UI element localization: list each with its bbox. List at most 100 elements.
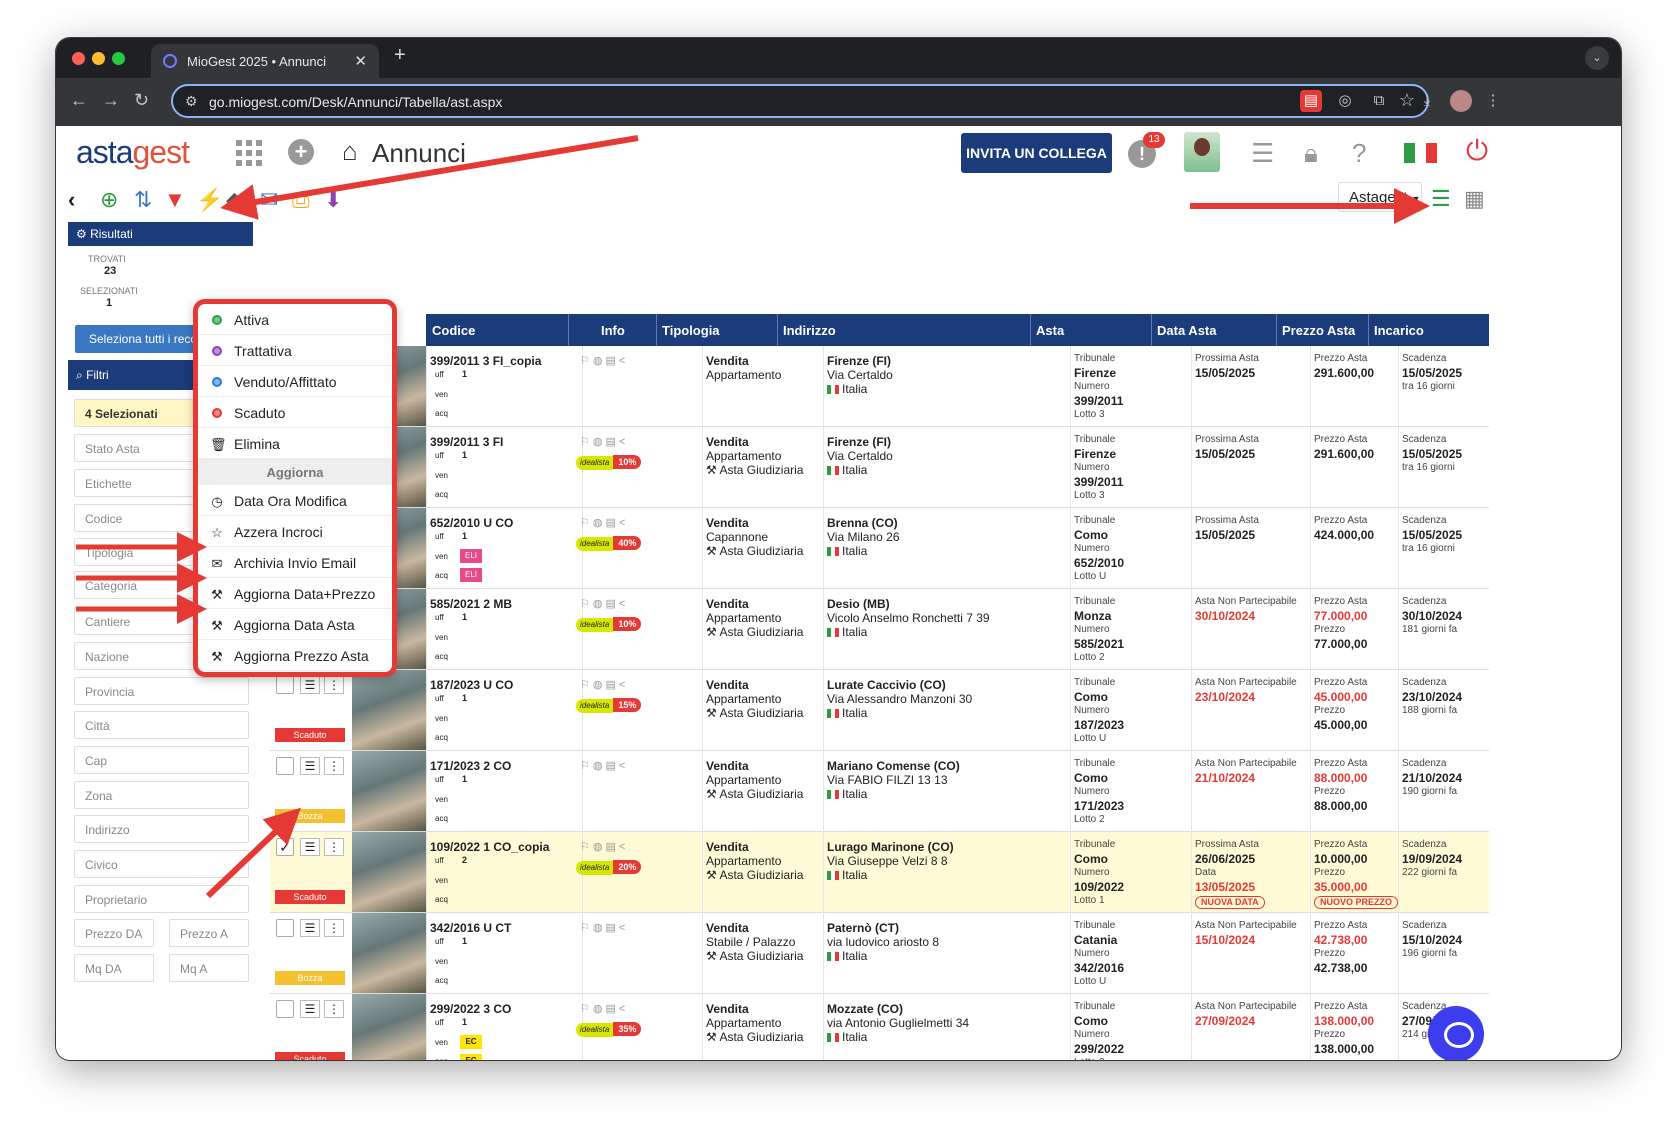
close-window-button[interactable] [72, 52, 85, 65]
reload-icon[interactable]: ↻ [134, 90, 149, 111]
close-tab-icon[interactable]: ✕ [354, 52, 367, 70]
row-menu-icon[interactable]: ☰ [300, 757, 320, 775]
extension-pdf-icon[interactable]: ▤ [1300, 90, 1322, 112]
table-row[interactable]: ☰⋮585/2021 2 MBuff1venacq⚐◍▤<idealista10… [270, 589, 1489, 670]
col-asta[interactable]: Asta [1036, 323, 1064, 338]
bookmark-star-icon[interactable]: ☆ [1399, 90, 1415, 111]
tag-icon[interactable]: ◆ [226, 188, 243, 212]
row-menu-icon[interactable]: ☰ [300, 919, 320, 937]
col-tipologia[interactable]: Tipologia [662, 323, 720, 338]
list-view-icon[interactable]: ☰ [1431, 186, 1451, 212]
table-row[interactable]: ☰⋮399/2011 3 FIuff1venacq⚐◍▤<idealista10… [270, 427, 1489, 508]
row-checkbox[interactable] [276, 757, 294, 775]
italy-flag-icon[interactable] [1404, 143, 1437, 163]
grid-view-icon[interactable]: ▦ [1464, 186, 1485, 212]
filter-prezzo-a[interactable]: Prezzo A [169, 919, 249, 947]
country: Italia [827, 949, 939, 963]
menu-data-ora[interactable]: ◷ Data Ora Modifica [198, 485, 392, 516]
minimize-window-button[interactable] [92, 52, 105, 65]
row-more-icon[interactable]: ⋮ [324, 838, 344, 856]
table-row[interactable]: ☰ ⋮ Bozza 171/2023 2 CO uff 1 ven acq ⚐◍▤< Vendit… [270, 751, 1489, 832]
astagest-selector[interactable]: Astagest ▼ [1338, 182, 1422, 212]
menu-scaduto[interactable]: Scaduto [198, 397, 392, 428]
invite-colleague-button[interactable]: INVITA UN COLLEGA [961, 133, 1112, 173]
table-row[interactable]: ☰ ⋮ Scaduto 187/2023 U CO uff 1 ven acq ⚐◍▤< idea… [270, 670, 1489, 751]
table-row[interactable]: ☰⋮652/2010 U COuff1venacqELIELI⚐◍▤<ideal… [270, 508, 1489, 589]
row-checkbox[interactable]: ✓ [276, 838, 294, 856]
row-more-icon[interactable]: ⋮ [324, 676, 344, 694]
add-green-icon[interactable]: ⊕ [100, 188, 118, 212]
col-indirizzo[interactable]: Indirizzo [783, 323, 836, 338]
menu-archivia[interactable]: ✉ Archivia Invio Email [198, 547, 392, 578]
table-row[interactable]: ☰⋮399/2011 3 FI_copiauff1venacq⚐◍▤<Vendi… [270, 346, 1489, 427]
profile-avatar-icon[interactable] [1450, 90, 1472, 112]
email-icon[interactable]: ✉ [260, 188, 278, 212]
row-more-icon[interactable]: ⋮ [324, 919, 344, 937]
menu-agg-data-prezzo[interactable]: ⚒ Aggiorna Data+Prezzo [198, 578, 392, 609]
filter-citta[interactable]: Città [74, 711, 249, 739]
chat-bubble-icon[interactable] [1428, 1006, 1484, 1060]
menu-trattativa[interactable]: Trattativa [198, 335, 392, 366]
zoom-window-button[interactable] [112, 52, 125, 65]
site-info-icon[interactable]: ⚙ [185, 93, 198, 110]
filter-prezzo-da[interactable]: Prezzo DA [74, 919, 154, 947]
col-codice[interactable]: Codice [432, 323, 475, 338]
filter-indirizzo[interactable]: Indirizzo [74, 815, 249, 843]
filter-zona[interactable]: Zona [74, 781, 249, 809]
back-arrow-icon[interactable]: ← [70, 90, 88, 111]
lock-icon[interactable]: 🔒︎ [1304, 138, 1318, 170]
url-field[interactable]: ⚙ go.miogest.com/Desk/Annunci/Tabella/ast… [171, 84, 1429, 118]
row-checkbox[interactable] [276, 1000, 294, 1018]
extensions-puzzle-icon[interactable]: ⧉ [1368, 90, 1390, 112]
row-menu-icon[interactable]: ☰ [300, 676, 320, 694]
astagest-logo[interactable]: astagest [76, 134, 190, 171]
new-tab-icon[interactable]: + [394, 44, 406, 67]
col-prezzo-asta[interactable]: Prezzo Asta [1282, 323, 1355, 338]
browser-tab[interactable]: MioGest 2025 • Annunci ✕ [151, 44, 379, 78]
back-chevron-icon[interactable]: ‹ [68, 188, 75, 212]
row-more-icon[interactable]: ⋮ [324, 757, 344, 775]
download-circle-icon[interactable]: ⬇ [324, 188, 342, 212]
home-icon[interactable]: ⌂ [342, 136, 358, 167]
filter-proprietario[interactable]: Proprietario [74, 885, 249, 913]
row-menu-icon[interactable]: ☰ [300, 838, 320, 856]
tab-search-chevron-icon[interactable]: ⌄ [1585, 46, 1609, 70]
table-row[interactable]: ☰⋮ Scaduto 299/2022 3 CO uff 1 ven acq EC EC ⚐◍▤<… [270, 994, 1489, 1060]
table-row[interactable]: ✓ ☰ ⋮ Scaduto 109/2022 1 CO_copia uff 2 ven acq ⚐… [270, 832, 1489, 913]
menu-elimina[interactable]: 🗑︎ Elimina [198, 428, 392, 459]
browser-menu-icon[interactable]: ⋮ [1482, 90, 1504, 112]
help-icon[interactable]: ? [1352, 138, 1366, 169]
menu-azzera[interactable]: ☆ Azzera Incroci [198, 516, 392, 547]
col-incarico[interactable]: Incarico [1374, 323, 1424, 338]
settings-sliders-icon[interactable]: ☰ [1251, 138, 1274, 169]
filter-funnel-icon[interactable]: ▼ [164, 188, 186, 212]
download-icon[interactable]: ⤓ [1416, 90, 1438, 112]
filter-provincia[interactable]: Provincia [74, 677, 249, 705]
filter-cap[interactable]: Cap [74, 746, 249, 774]
col-info[interactable]: Info [601, 323, 625, 338]
row-checkbox[interactable] [276, 919, 294, 937]
filter-civico[interactable]: Civico [74, 850, 249, 878]
apps-grid-icon[interactable] [236, 140, 262, 166]
menu-agg-data-asta[interactable]: ⚒ Aggiorna Data Asta [198, 609, 392, 640]
filter-mq-da[interactable]: Mq DA [74, 954, 154, 982]
tribunale: Como [1074, 690, 1108, 704]
user-avatar[interactable] [1184, 132, 1220, 172]
forward-arrow-icon[interactable]: → [102, 90, 120, 111]
add-circle-icon[interactable]: + [288, 139, 314, 165]
table-row[interactable]: ☰ ⋮ Bozza 342/2016 U CT uff 1 ven acq ⚐◍▤< Vendit… [270, 913, 1489, 994]
row-checkbox[interactable] [276, 676, 294, 694]
menu-venduto[interactable]: Venduto/Affittato [198, 366, 392, 397]
print-icon[interactable]: ⎙ [292, 188, 310, 212]
power-logout-icon[interactable]: ⏻ [1466, 135, 1488, 168]
row-more-icon[interactable]: ⋮ [324, 1000, 344, 1018]
menu-attiva[interactable]: Attiva [198, 304, 392, 335]
ven-label: ven [435, 714, 448, 723]
filter-mq-a[interactable]: Mq A [169, 954, 249, 982]
menu-agg-prezzo-asta[interactable]: ⚒ Aggiorna Prezzo Asta [198, 640, 392, 671]
extension-icon[interactable]: ◎ [1334, 90, 1356, 112]
row-menu-icon[interactable]: ☰ [300, 1000, 320, 1018]
lightning-actions-icon[interactable]: ⚡ [196, 188, 223, 212]
sort-icon[interactable]: ⇅ [134, 188, 152, 212]
col-data-asta[interactable]: Data Asta [1157, 323, 1216, 338]
